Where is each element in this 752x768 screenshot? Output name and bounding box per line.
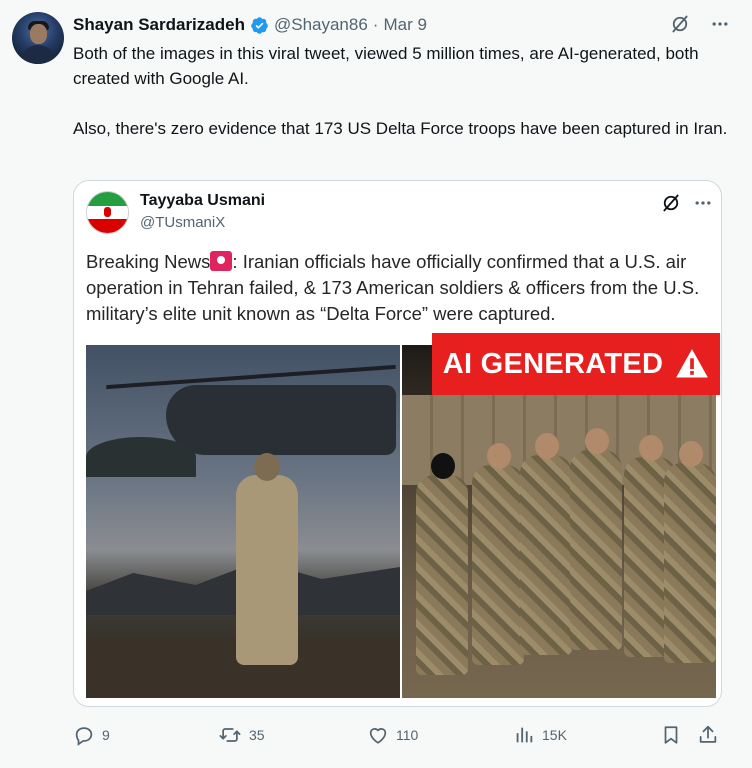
author-handle[interactable]: @Shayan86 <box>274 15 368 35</box>
quoted-image-paratroopers[interactable] <box>86 345 400 698</box>
tweet-actions: 9 35 110 15K <box>73 722 725 752</box>
ai-generated-label: AI GENERATED <box>442 347 664 380</box>
tweet-date[interactable]: Mar 9 <box>383 15 426 35</box>
share-button[interactable] <box>697 722 719 748</box>
warning-icon <box>676 349 709 378</box>
repost-icon <box>219 728 241 742</box>
flag-emblem <box>104 207 111 218</box>
soldier <box>520 433 572 655</box>
like-icon <box>369 728 387 744</box>
tweet-top-actions <box>670 14 730 34</box>
views-icon <box>516 727 533 743</box>
quoted-author-avatar[interactable] <box>86 191 129 234</box>
repost-button[interactable]: 35 <box>218 722 265 748</box>
quoted-text-lead: Breaking News <box>86 251 211 272</box>
header-separator: · <box>372 15 379 34</box>
more-icon[interactable] <box>693 193 713 213</box>
like-button[interactable]: 110 <box>367 722 418 748</box>
soldier <box>664 441 716 663</box>
soldier <box>472 443 524 665</box>
flag-red-stripe <box>87 219 128 233</box>
author-name[interactable]: Shayan Sardarizadeh <box>73 15 245 35</box>
soldiers-group <box>402 428 716 675</box>
paratrooper <box>236 453 298 665</box>
tweet-header: Shayan Sardarizadeh @Shayan86 · Mar 9 <box>73 14 427 36</box>
tweet-paragraph-2: Also, there's zero evidence that 173 US … <box>73 119 728 138</box>
tweet[interactable]: Shayan Sardarizadeh @Shayan86 · Mar 9 Bo… <box>0 0 752 768</box>
tweet-text: Both of the images in this viral tweet, … <box>73 41 735 166</box>
bookmark-button[interactable] <box>660 722 682 748</box>
quoted-author-name[interactable]: Tayyaba Usmani <box>140 192 265 210</box>
quoted-author-handle[interactable]: @TUsmaniX <box>140 214 225 231</box>
reply-button[interactable]: 9 <box>73 722 110 748</box>
flag-white-stripe <box>87 205 128 220</box>
author-avatar[interactable] <box>12 12 64 64</box>
quoted-top-actions <box>661 193 713 213</box>
siren-icon <box>210 251 233 271</box>
quoted-tweet[interactable]: Tayyaba Usmani @TUsmaniX Breaking News: … <box>73 180 722 707</box>
flag-green-stripe <box>87 192 128 206</box>
share-icon <box>699 725 717 743</box>
soldier <box>570 428 622 650</box>
like-count: 110 <box>396 727 419 743</box>
reply-count: 9 <box>102 727 110 743</box>
parachute <box>86 437 196 477</box>
views-count: 15K <box>542 727 567 743</box>
avatar-head <box>30 24 47 44</box>
avatar-body <box>20 45 56 64</box>
verified-badge-icon <box>251 16 268 34</box>
helicopter <box>166 385 396 455</box>
bookmark-icon <box>664 726 678 744</box>
soldier <box>416 453 468 675</box>
quoted-image-captured-soldiers[interactable] <box>402 345 716 698</box>
quoted-text: Breaking News: Iranian officials have of… <box>86 249 718 327</box>
more-icon[interactable] <box>710 14 730 34</box>
repost-count: 35 <box>249 727 265 743</box>
reply-icon <box>75 727 93 746</box>
tweet-paragraph-1: Both of the images in this viral tweet, … <box>73 44 699 88</box>
ai-generated-badge: AI GENERATED <box>432 333 720 395</box>
grok-icon[interactable] <box>661 193 681 213</box>
grok-icon[interactable] <box>670 14 690 34</box>
views-button[interactable]: 15K <box>513 722 567 748</box>
